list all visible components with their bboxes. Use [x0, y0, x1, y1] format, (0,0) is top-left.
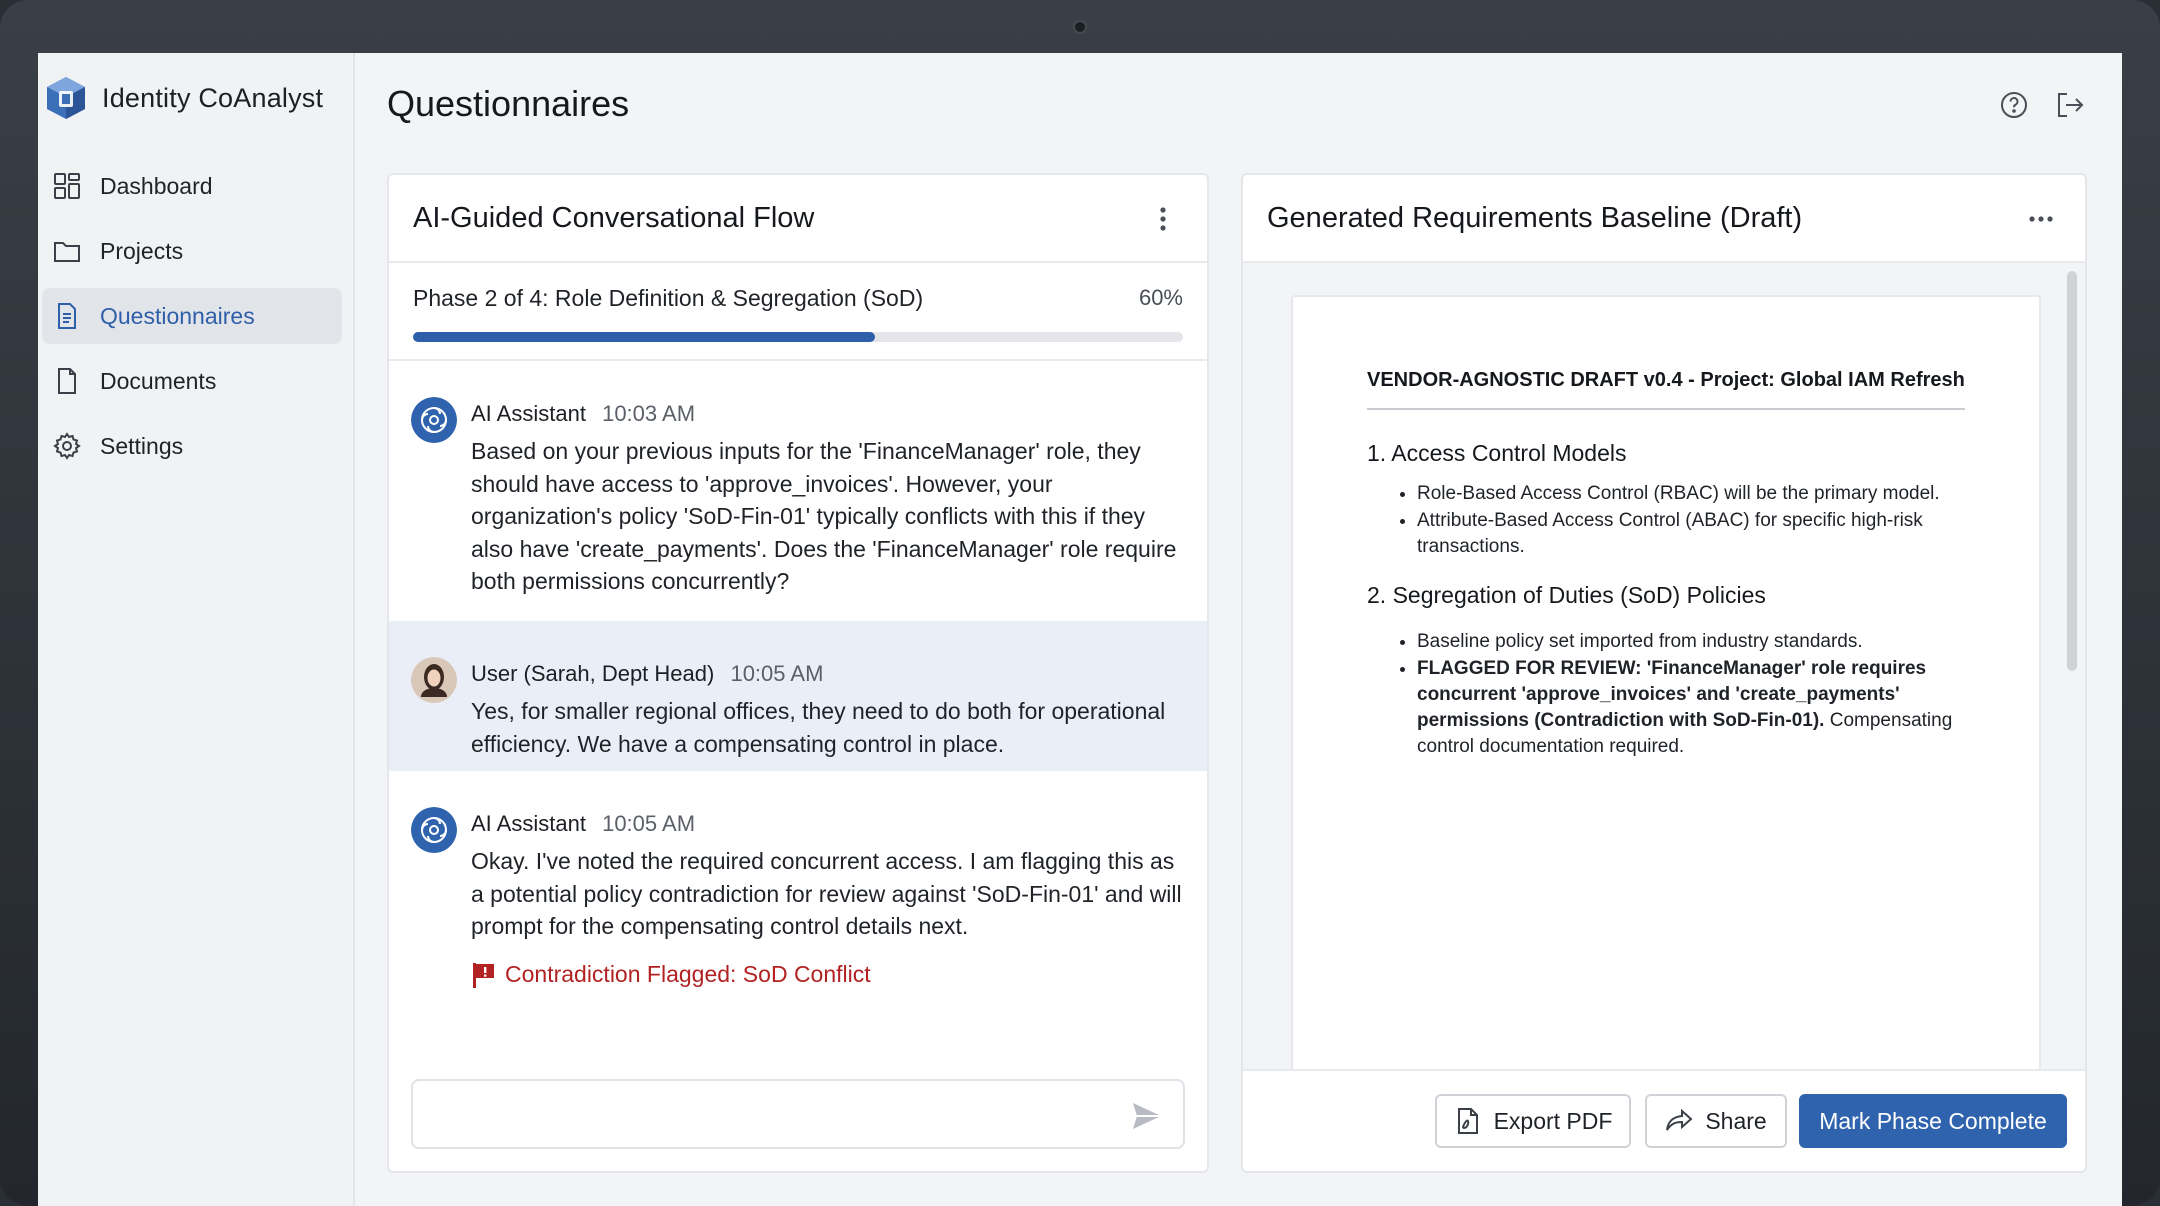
user-avatar	[411, 657, 457, 703]
more-horizontal-icon[interactable]	[2027, 205, 2055, 233]
app-name: Identity CoAnalyst	[102, 82, 324, 113]
sidebar-nav: Dashboard Projects Questionnaires Docume…	[42, 158, 342, 483]
document-page: VENDOR-AGNOSTIC DRAFT v0.4 - Project: Gl…	[1291, 295, 2041, 1069]
phase-progress: Phase 2 of 4: Role Definition & Segregat…	[389, 263, 1207, 361]
message-time: 10:05 AM	[602, 811, 696, 836]
chat-message: AI Assistant 10:05 AM Okay. I've noted t…	[389, 771, 1207, 1001]
document-list-icon	[52, 301, 82, 331]
message-time: 10:03 AM	[602, 401, 696, 426]
list-item: Attribute-Based Access Control (ABAC) fo…	[1417, 508, 1965, 560]
message-input[interactable]	[413, 1081, 1183, 1147]
contradiction-flag[interactable]: Contradiction Flagged: SoD Conflict	[471, 961, 1183, 989]
requirements-panel-header: Generated Requirements Baseline (Draft)	[1243, 175, 2085, 263]
file-icon	[52, 366, 82, 396]
sidebar-item-label: Settings	[100, 432, 184, 459]
share-button[interactable]: Share	[1645, 1094, 1787, 1148]
sidebar-item-settings[interactable]: Settings	[42, 418, 342, 474]
chat-message: AI Assistant 10:03 AM Based on your prev…	[389, 361, 1207, 621]
brand[interactable]: Identity CoAnalyst	[44, 73, 323, 123]
flag-icon	[473, 962, 494, 988]
requirements-actions: Export PDF Share Mark Phase Complete	[1243, 1069, 2085, 1171]
more-vertical-icon[interactable]	[1149, 205, 1177, 233]
ai-avatar-icon	[411, 397, 457, 443]
sidebar-item-documents[interactable]: Documents	[42, 353, 342, 409]
ai-avatar-icon	[411, 807, 457, 853]
logout-icon[interactable]	[2054, 89, 2086, 121]
message-author: AI Assistant	[471, 401, 586, 426]
message-time: 10:05 AM	[730, 661, 824, 686]
progress-fill	[413, 332, 875, 342]
document-viewer[interactable]: VENDOR-AGNOSTIC DRAFT v0.4 - Project: Gl…	[1243, 263, 2085, 1069]
export-pdf-label: Export PDF	[1493, 1107, 1613, 1134]
progress-track	[413, 332, 1183, 342]
message-text: Based on your previous inputs for the 'F…	[471, 438, 1177, 594]
app-screen: Identity CoAnalyst Dashboard Projects Qu…	[38, 53, 2122, 1206]
sidebar-item-questionnaires[interactable]: Questionnaires	[42, 288, 342, 344]
requirements-panel: Generated Requirements Baseline (Draft) …	[1241, 173, 2087, 1173]
document-section-heading: 1. Access Control Models	[1367, 440, 1627, 466]
list-item: Baseline policy set imported from indust…	[1417, 629, 1965, 655]
panel-title: Generated Requirements Baseline (Draft)	[1267, 201, 1803, 234]
flagged-list-item: FLAGGED FOR REVIEW: 'FinanceManager' rol…	[1417, 656, 1965, 760]
share-icon	[1665, 1107, 1693, 1135]
share-label: Share	[1705, 1107, 1767, 1134]
flag-label: Contradiction Flagged: SoD Conflict	[505, 961, 871, 987]
message-author: User (Sarah, Dept Head)	[471, 661, 715, 686]
pdf-file-icon	[1454, 1107, 1482, 1135]
send-icon[interactable]	[1129, 1098, 1165, 1134]
list-item: Role-Based Access Control (RBAC) will be…	[1417, 481, 1965, 507]
brand-logo-icon	[47, 77, 85, 119]
sidebar-item-label: Documents	[100, 367, 217, 394]
folder-icon	[52, 236, 82, 266]
conversation-panel-header: AI-Guided Conversational Flow	[389, 175, 1207, 263]
sidebar-item-dashboard[interactable]: Dashboard	[42, 158, 342, 214]
camera-dot	[1073, 20, 1087, 34]
message-author: AI Assistant	[471, 811, 586, 836]
gear-icon	[52, 431, 82, 461]
sidebar: Identity CoAnalyst Dashboard Projects Qu…	[38, 53, 355, 1206]
document-list: Role-Based Access Control (RBAC) will be…	[1367, 481, 1965, 560]
mark-phase-complete-button[interactable]: Mark Phase Complete	[1799, 1094, 2067, 1148]
export-pdf-button[interactable]: Export PDF	[1435, 1094, 1631, 1148]
conversation-panel: AI-Guided Conversational Flow Phase 2 of…	[387, 173, 1209, 1173]
sidebar-item-label: Dashboard	[100, 172, 213, 199]
chat-message: User (Sarah, Dept Head) 10:05 AM Yes, fo…	[389, 621, 1207, 771]
sidebar-item-label: Questionnaires	[100, 302, 255, 329]
scrollbar[interactable]	[2067, 271, 2077, 671]
sidebar-item-projects[interactable]: Projects	[42, 223, 342, 279]
document-section-heading: 2. Segregation of Duties (SoD) Policies	[1367, 582, 1766, 608]
message-text: Okay. I've noted the required concurrent…	[471, 848, 1182, 939]
progress-label: Phase 2 of 4: Role Definition & Segregat…	[413, 285, 924, 311]
message-input-box	[411, 1079, 1185, 1149]
panel-title: AI-Guided Conversational Flow	[413, 201, 815, 234]
sidebar-item-label: Projects	[100, 237, 184, 264]
help-icon[interactable]	[1998, 89, 2030, 121]
document-title: VENDOR-AGNOSTIC DRAFT v0.4 - Project: Gl…	[1367, 369, 1965, 410]
dashboard-icon	[52, 171, 82, 201]
progress-percent: 60%	[1138, 285, 1183, 310]
message-text: Yes, for smaller regional offices, they …	[471, 698, 1166, 757]
header-actions	[1998, 89, 2086, 121]
page-title: Questionnaires	[387, 83, 630, 124]
document-list: Baseline policy set imported from indust…	[1367, 629, 1965, 760]
